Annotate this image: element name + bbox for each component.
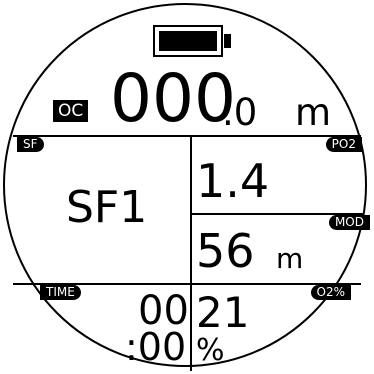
battery-level-fill <box>159 31 217 51</box>
sf-label: SF <box>17 137 44 152</box>
divider-center <box>190 135 192 371</box>
po2-label: PO2 <box>325 137 362 152</box>
depth-unit: m <box>295 91 332 134</box>
mod-label: MOD <box>328 215 370 230</box>
o2-unit: % <box>196 333 225 368</box>
battery-icon <box>153 25 223 57</box>
mod-value: 56 <box>196 224 255 278</box>
mod-unit: m <box>276 242 304 275</box>
time-label: TIME <box>40 285 81 300</box>
po2-value: 1.4 <box>196 154 270 208</box>
mode-badge: OC <box>53 100 89 122</box>
dive-computer-screen: OC 000 .0 m SF SF1 PO2 1.4 MOD 56 m TIME… <box>0 0 374 374</box>
o2-value: 21 <box>196 288 250 337</box>
sf-value: SF1 <box>66 182 148 233</box>
time-seconds: :00 <box>125 325 187 369</box>
battery-terminal <box>224 34 231 48</box>
depth-value: 000 <box>110 60 236 137</box>
depth-decimal: .0 <box>222 91 258 134</box>
divider-top <box>13 135 361 137</box>
o2-label: O2% <box>310 285 351 300</box>
